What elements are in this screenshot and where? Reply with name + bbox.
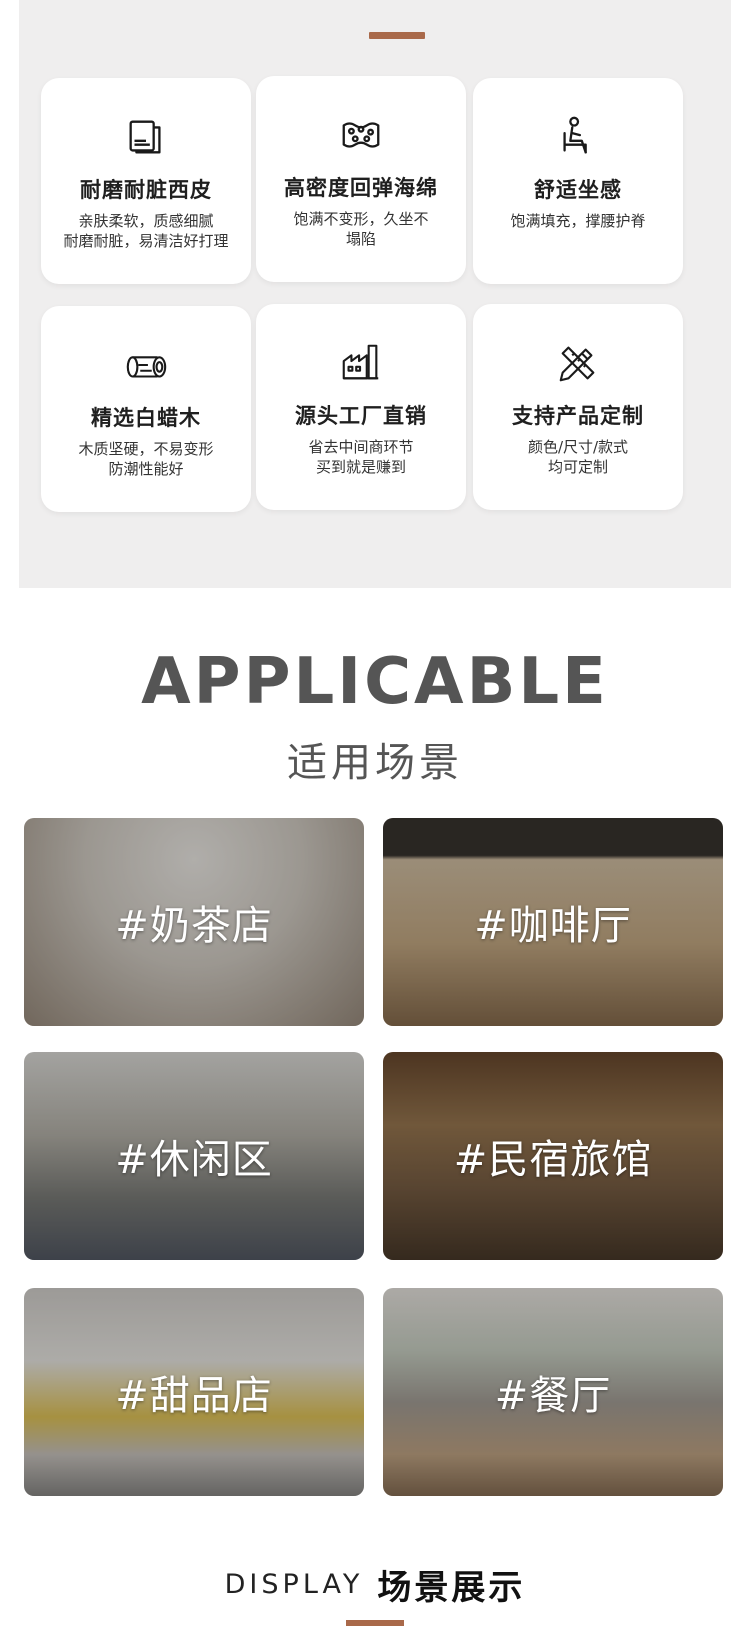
feature-title: 支持产品定制 [512,404,644,428]
feature-title: 舒适坐感 [534,178,622,202]
display-heading: DISPLAY 场景展示 [0,1560,750,1609]
scene-tile-milk-tea[interactable]: #奶茶店 [24,818,364,1026]
scene-label: #休闲区 [115,1137,273,1183]
factory-icon [256,340,466,388]
feature-card-leather: 耐磨耐脏西皮 亲肤柔软，质感细腻 耐磨耐脏，易清洁好打理 [41,78,251,284]
feature-title: 精选白蜡木 [91,406,201,430]
scene-label: #咖啡厅 [474,903,632,949]
applicable-subtitle: 适用场景 [287,740,463,786]
applicable-title: APPLICABLE [141,645,609,719]
feature-card-comfort: 舒适坐感 饱满填充，撑腰护脊 [473,78,683,284]
feature-desc: 木质坚硬，不易变形 防潮性能好 [78,440,214,478]
sponge-icon [256,112,466,160]
scene-label: #奶茶店 [115,903,273,949]
feature-desc: 饱满不变形，久坐不 塌陷 [293,210,429,248]
feature-card-wood: 精选白蜡木 木质坚硬，不易变形 防潮性能好 [41,306,251,512]
scene-label: #民宿旅馆 [453,1137,653,1183]
feature-title: 耐磨耐脏西皮 [80,178,212,202]
scene-tile-cafe[interactable]: #咖啡厅 [383,818,723,1026]
accent-divider [369,32,425,39]
feature-title: 高密度回弹海绵 [284,176,438,200]
scene-tile-homestay[interactable]: #民宿旅馆 [383,1052,723,1260]
features-section: 耐磨耐脏西皮 亲肤柔软，质感细腻 耐磨耐脏，易清洁好打理 高密度回弹海绵 饱满不… [19,0,731,588]
wood-log-icon [41,342,251,390]
seated-person-icon [473,114,683,162]
scene-tile-dessert[interactable]: #甜品店 [24,1288,364,1496]
scene-tile-restaurant[interactable]: #餐厅 [383,1288,723,1496]
feature-card-sponge: 高密度回弹海绵 饱满不变形，久坐不 塌陷 [256,76,466,282]
feature-card-custom: 支持产品定制 颜色/尺寸/款式 均可定制 [473,304,683,510]
feature-desc: 省去中间商环节 买到就是赚到 [308,438,414,476]
feature-desc: 饱满填充，撑腰护脊 [510,212,646,230]
leather-swatch-icon [41,114,251,162]
display-heading-en: DISPLAY [224,1569,364,1600]
feature-title: 源头工厂直销 [295,404,427,428]
feature-card-factory: 源头工厂直销 省去中间商环节 买到就是赚到 [256,304,466,510]
accent-divider-bottom [346,1620,404,1626]
scene-tile-lounge[interactable]: #休闲区 [24,1052,364,1260]
scene-label: #甜品店 [115,1373,273,1419]
feature-desc: 亲肤柔软，质感细腻 耐磨耐脏，易清洁好打理 [63,212,229,250]
feature-desc: 颜色/尺寸/款式 均可定制 [527,438,629,476]
display-heading-cn: 场景展示 [377,1568,526,1608]
pencil-ruler-icon [473,340,683,388]
scene-label: #餐厅 [494,1373,612,1419]
